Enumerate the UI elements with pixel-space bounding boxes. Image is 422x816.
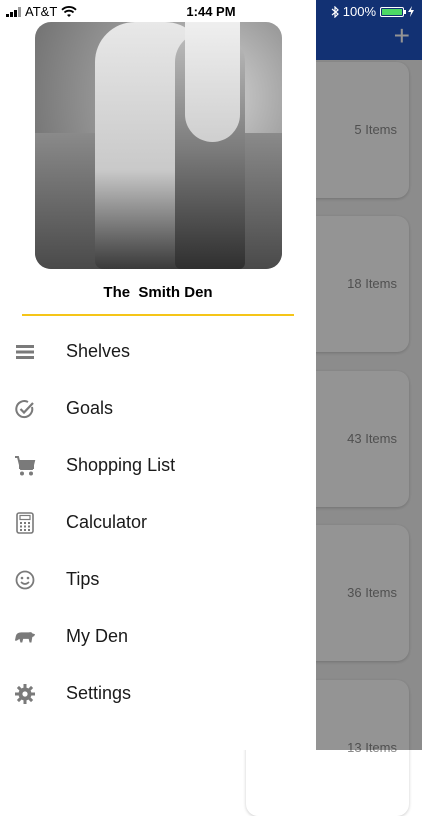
- shelves-icon: [14, 341, 36, 363]
- status-bar: AT&T 1:44 PM 100%: [0, 0, 422, 22]
- status-right: 100%: [331, 4, 414, 19]
- side-drawer: The Smith Den Shelves Goals Shopping Lis…: [0, 0, 316, 750]
- menu-item-label: Calculator: [66, 512, 148, 532]
- battery-icon: [380, 6, 406, 17]
- menu-item-label: My Den: [66, 626, 129, 646]
- goals-check-icon: [14, 398, 36, 420]
- menu-item-label: Settings: [66, 683, 132, 703]
- shopping-cart-icon: [14, 455, 36, 477]
- charging-bolt-icon: [408, 6, 414, 17]
- den-name-underline: [22, 314, 294, 316]
- menu-item-tips[interactable]: Tips: [0, 551, 316, 608]
- menu-item-goals[interactable]: Goals: [0, 380, 316, 437]
- menu-item-label: Goals: [66, 398, 114, 418]
- calculator-icon: [14, 512, 36, 534]
- menu-item-calculator[interactable]: Calculator: [0, 494, 316, 551]
- menu-item-label: Shelves: [66, 341, 131, 361]
- gear-icon: [14, 683, 36, 705]
- drawer-menu: Shelves Goals Shopping List Calculator T…: [0, 323, 316, 722]
- den-photo[interactable]: [35, 22, 282, 269]
- bluetooth-icon: [331, 5, 339, 18]
- menu-item-shelves[interactable]: Shelves: [0, 323, 316, 380]
- bear-icon: [14, 626, 36, 648]
- menu-item-shopping-list[interactable]: Shopping List: [0, 437, 316, 494]
- menu-item-my-den[interactable]: My Den: [0, 608, 316, 665]
- menu-item-settings[interactable]: Settings: [0, 665, 316, 722]
- photo-hair: [185, 22, 240, 142]
- battery-percent: 100%: [342, 4, 376, 19]
- menu-item-label: Shopping List: [66, 455, 176, 475]
- smiley-icon: [14, 569, 36, 591]
- den-name: The Smith Den: [103, 284, 213, 301]
- menu-item-label: Tips: [66, 569, 100, 589]
